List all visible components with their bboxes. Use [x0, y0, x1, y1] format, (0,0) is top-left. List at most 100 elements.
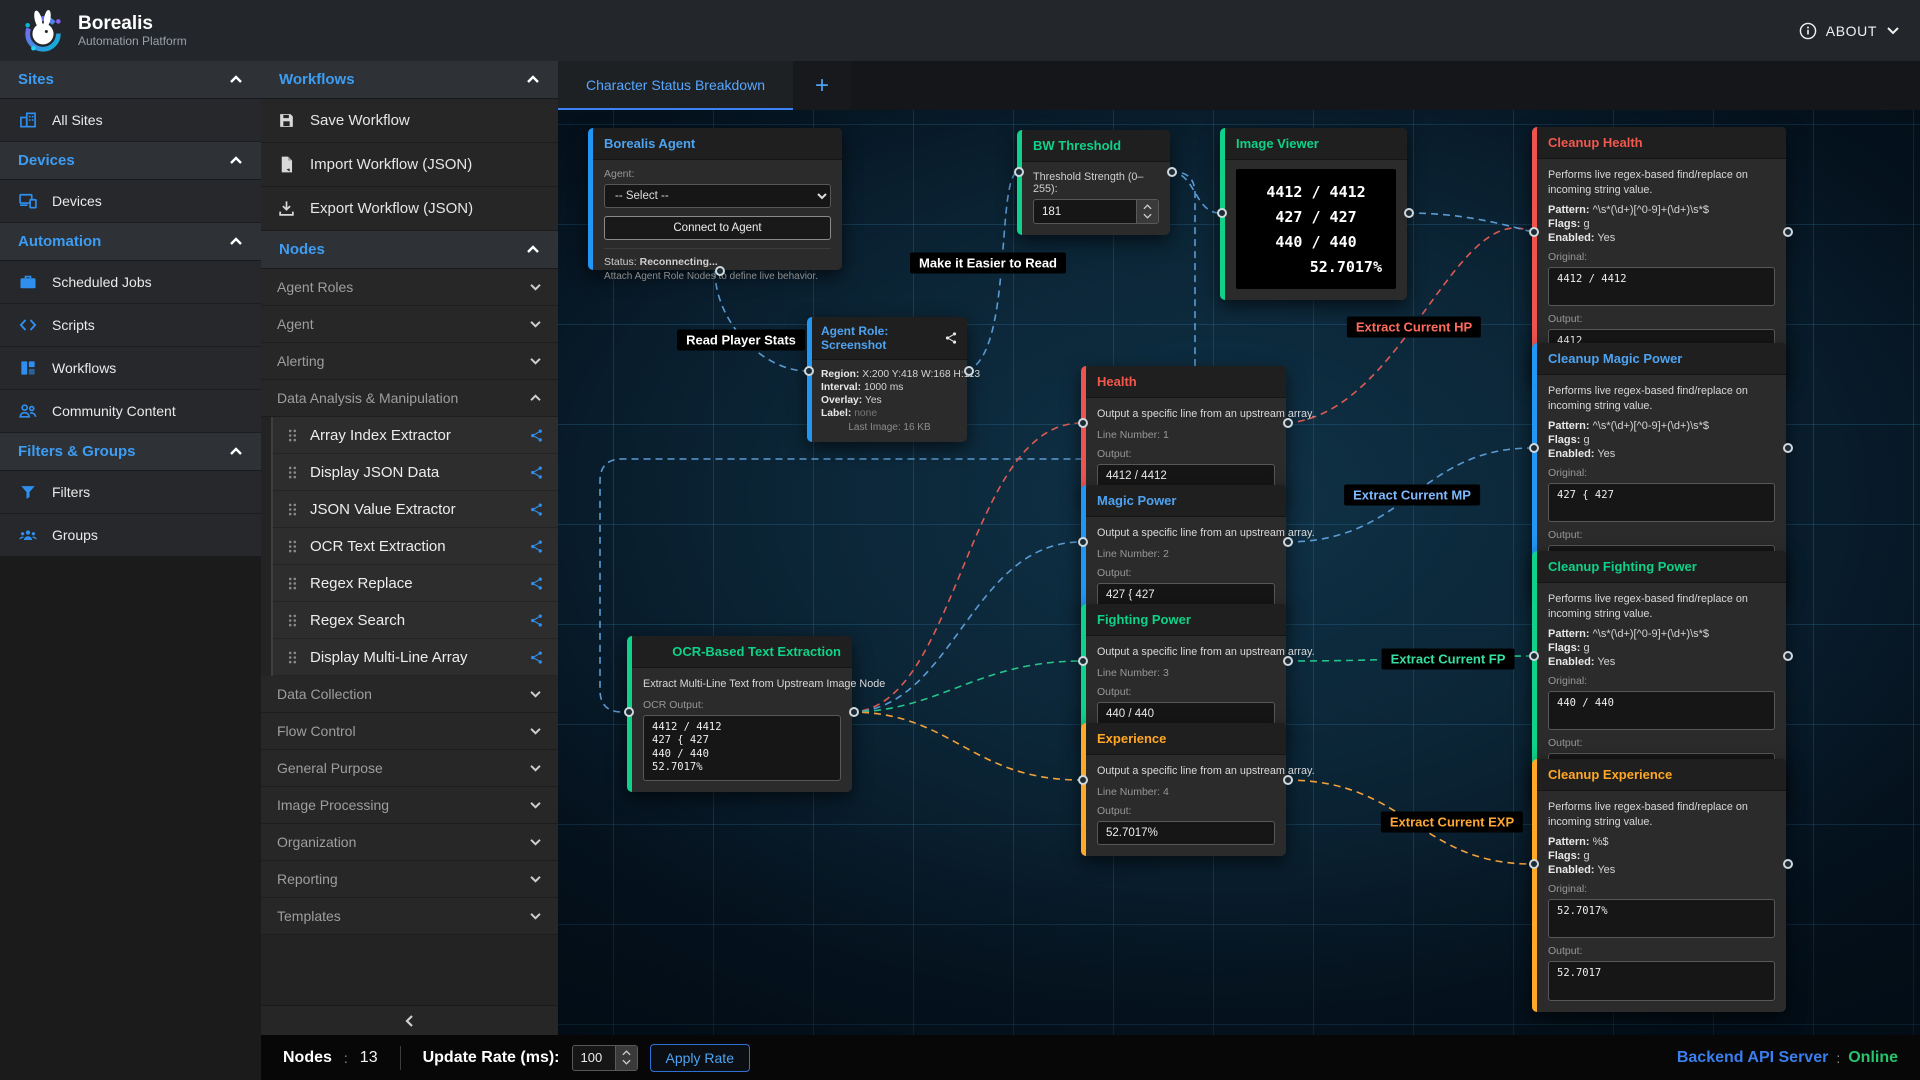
- save-workflow-button[interactable]: Save Workflow: [261, 99, 558, 143]
- workflow-canvas[interactable]: Read Player Stats Make it Easier to Read…: [558, 110, 1920, 1035]
- sidebar-item-groups[interactable]: Groups: [0, 514, 261, 557]
- port[interactable]: [1529, 443, 1539, 453]
- node-item-array-index-extractor[interactable]: Array Index Extractor: [273, 417, 558, 454]
- node-item-json-value-extractor[interactable]: JSON Value Extractor: [273, 491, 558, 528]
- number-spinner[interactable]: [615, 1046, 637, 1070]
- port[interactable]: [1078, 656, 1088, 666]
- port[interactable]: [1283, 537, 1293, 547]
- original-textarea[interactable]: 52.7017%: [1548, 899, 1775, 938]
- sidebar-section-sites[interactable]: Sites: [0, 61, 261, 99]
- node-item-display-json-data[interactable]: Display JSON Data: [273, 454, 558, 491]
- port[interactable]: [1283, 656, 1293, 666]
- port[interactable]: [715, 266, 725, 276]
- node-item-regex-replace[interactable]: Regex Replace: [273, 565, 558, 602]
- node-health[interactable]: Health Output a specific line from an up…: [1081, 366, 1286, 499]
- share-icon[interactable]: [529, 650, 544, 665]
- port[interactable]: [1014, 167, 1024, 177]
- ocr-output-textarea[interactable]: 4412 / 4412 427 { 427 440 / 440 52.7017%: [643, 715, 841, 782]
- sidebar-item-filters[interactable]: Filters: [0, 471, 261, 514]
- panel-section-workflows[interactable]: Workflows: [261, 61, 558, 99]
- port[interactable]: [624, 707, 634, 717]
- port[interactable]: [1783, 859, 1793, 869]
- port[interactable]: [1529, 859, 1539, 869]
- original-textarea[interactable]: 440 / 440: [1548, 691, 1775, 730]
- port[interactable]: [1078, 418, 1088, 428]
- node-category-reporting[interactable]: Reporting: [261, 861, 558, 898]
- node-category-data-collection[interactable]: Data Collection: [261, 676, 558, 713]
- node-category-templates[interactable]: Templates: [261, 898, 558, 935]
- new-tab-button[interactable]: +: [793, 61, 851, 110]
- sidebar-item-community-content[interactable]: Community Content: [0, 390, 261, 433]
- port[interactable]: [804, 366, 814, 376]
- tab-character-status-breakdown[interactable]: Character Status Breakdown: [558, 61, 793, 110]
- share-icon[interactable]: [529, 502, 544, 517]
- drag-handle-icon[interactable]: [287, 576, 298, 591]
- sidebar-item-devices[interactable]: Devices: [0, 180, 261, 223]
- number-spinner[interactable]: [1136, 200, 1158, 223]
- node-bw-threshold[interactable]: BW Threshold Threshold Strength (0–255):: [1017, 130, 1170, 235]
- node-item-regex-search[interactable]: Regex Search: [273, 602, 558, 639]
- output-input[interactable]: [1097, 464, 1275, 488]
- share-icon[interactable]: [529, 613, 544, 628]
- node-cleanup-experience[interactable]: Cleanup Experience Performs live regex-b…: [1532, 759, 1786, 1012]
- apply-rate-button[interactable]: Apply Rate: [650, 1044, 750, 1072]
- port[interactable]: [964, 366, 974, 376]
- sidebar-item-scheduled-jobs[interactable]: Scheduled Jobs: [0, 261, 261, 304]
- drag-handle-icon[interactable]: [287, 465, 298, 480]
- node-category-agent[interactable]: Agent: [261, 306, 558, 343]
- drag-handle-icon[interactable]: [287, 502, 298, 517]
- port[interactable]: [1783, 651, 1793, 661]
- port[interactable]: [1783, 443, 1793, 453]
- node-ocr-text-extraction[interactable]: OCR-Based Text Extraction Extract Multi-…: [627, 636, 852, 792]
- node-image-viewer[interactable]: Image Viewer 4412 / 4412 427 / 427 440 /…: [1220, 128, 1407, 300]
- agent-select[interactable]: -- Select --: [604, 184, 831, 208]
- sidebar-item-scripts[interactable]: Scripts: [0, 304, 261, 347]
- node-fighting-power[interactable]: Fighting Power Output a specific line fr…: [1081, 604, 1286, 737]
- node-category-data-analysis[interactable]: Data Analysis & Manipulation: [261, 380, 558, 417]
- port[interactable]: [1078, 775, 1088, 785]
- sidebar-section-automation[interactable]: Automation: [0, 223, 261, 261]
- connect-to-agent-button[interactable]: Connect to Agent: [604, 216, 831, 240]
- output-input[interactable]: [1097, 583, 1275, 607]
- port[interactable]: [1078, 537, 1088, 547]
- node-category-general-purpose[interactable]: General Purpose: [261, 750, 558, 787]
- sidebar-item-workflows[interactable]: Workflows: [0, 347, 261, 390]
- node-magic-power[interactable]: Magic Power Output a specific line from …: [1081, 485, 1286, 618]
- drag-handle-icon[interactable]: [287, 539, 298, 554]
- port[interactable]: [1283, 418, 1293, 428]
- node-experience[interactable]: Experience Output a specific line from a…: [1081, 723, 1286, 856]
- sidebar-section-devices[interactable]: Devices: [0, 142, 261, 180]
- export-workflow-button[interactable]: Export Workflow (JSON): [261, 187, 558, 231]
- node-cleanup-health[interactable]: Cleanup Health Performs live regex-based…: [1532, 127, 1786, 380]
- drag-handle-icon[interactable]: [287, 650, 298, 665]
- share-icon[interactable]: [944, 331, 958, 345]
- node-category-organization[interactable]: Organization: [261, 824, 558, 861]
- sidebar-section-filters-groups[interactable]: Filters & Groups: [0, 433, 261, 471]
- panel-section-nodes[interactable]: Nodes: [261, 231, 558, 269]
- node-borealis-agent[interactable]: Borealis Agent Agent: -- Select -- Conne…: [588, 128, 842, 270]
- port[interactable]: [1167, 167, 1177, 177]
- collapse-panel-button[interactable]: [261, 1005, 558, 1035]
- about-menu[interactable]: ABOUT: [1799, 22, 1900, 40]
- share-icon[interactable]: [529, 576, 544, 591]
- drag-handle-icon[interactable]: [287, 613, 298, 628]
- output-input[interactable]: [1097, 702, 1275, 726]
- share-icon[interactable]: [529, 465, 544, 480]
- node-category-alerting[interactable]: Alerting: [261, 343, 558, 380]
- node-category-image-processing[interactable]: Image Processing: [261, 787, 558, 824]
- port[interactable]: [1217, 208, 1227, 218]
- output-textarea[interactable]: 52.7017: [1548, 961, 1775, 1000]
- node-category-agent-roles[interactable]: Agent Roles: [261, 269, 558, 306]
- drag-handle-icon[interactable]: [287, 428, 298, 443]
- original-textarea[interactable]: 4412 / 4412: [1548, 267, 1775, 306]
- port[interactable]: [1783, 227, 1793, 237]
- output-input[interactable]: [1097, 821, 1275, 845]
- port[interactable]: [1529, 227, 1539, 237]
- share-icon[interactable]: [529, 539, 544, 554]
- port[interactable]: [1529, 651, 1539, 661]
- node-item-display-multi-line-array[interactable]: Display Multi-Line Array: [273, 639, 558, 676]
- node-category-flow-control[interactable]: Flow Control: [261, 713, 558, 750]
- import-workflow-button[interactable]: Import Workflow (JSON): [261, 143, 558, 187]
- port[interactable]: [1404, 208, 1414, 218]
- original-textarea[interactable]: 427 { 427: [1548, 483, 1775, 522]
